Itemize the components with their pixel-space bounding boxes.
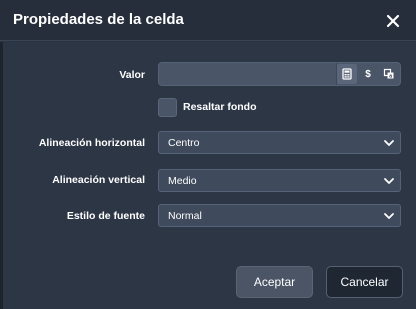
value-input-group: $ a [158, 62, 401, 86]
accept-button[interactable]: Aceptar [236, 266, 313, 298]
dialog-header: Propiedades de la celda [0, 0, 416, 41]
highlight-label[interactable]: Resaltar fondo [183, 101, 257, 113]
vertical-alignment-value: Medio [168, 175, 197, 187]
copy-format-button[interactable]: a [379, 64, 399, 84]
vertical-alignment-select[interactable]: Medio [158, 169, 401, 192]
chevron-down-icon [384, 178, 394, 184]
font-style-value: Normal [168, 210, 202, 222]
calculator-icon [342, 68, 352, 80]
chevron-down-icon [384, 140, 394, 146]
cancel-button[interactable]: Cancelar [326, 266, 403, 298]
currency-button[interactable]: $ [358, 64, 378, 84]
value-input[interactable] [159, 63, 335, 85]
font-style-select[interactable]: Normal [158, 204, 401, 227]
horizontal-alignment-select[interactable]: Centro [158, 131, 401, 154]
cell-properties-dialog: Propiedades de la celda Valor $ a Resalt… [0, 0, 416, 309]
vertical-alignment-label: Alineación vertical [52, 174, 145, 186]
chevron-down-icon [384, 213, 394, 219]
close-icon [386, 14, 400, 28]
svg-text:a: a [389, 74, 392, 80]
font-style-label: Estilo de fuente [66, 210, 145, 222]
close-button[interactable] [380, 8, 406, 34]
horizontal-alignment-value: Centro [168, 137, 200, 149]
dialog-title: Propiedades de la celda [13, 11, 184, 28]
highlight-checkbox[interactable] [158, 98, 177, 117]
dollar-icon: $ [365, 68, 371, 80]
value-label: Valor [119, 69, 145, 81]
copy-format-icon: a [383, 68, 394, 80]
horizontal-alignment-label: Alineación horizontal [38, 137, 145, 149]
calculator-button[interactable] [337, 64, 357, 84]
